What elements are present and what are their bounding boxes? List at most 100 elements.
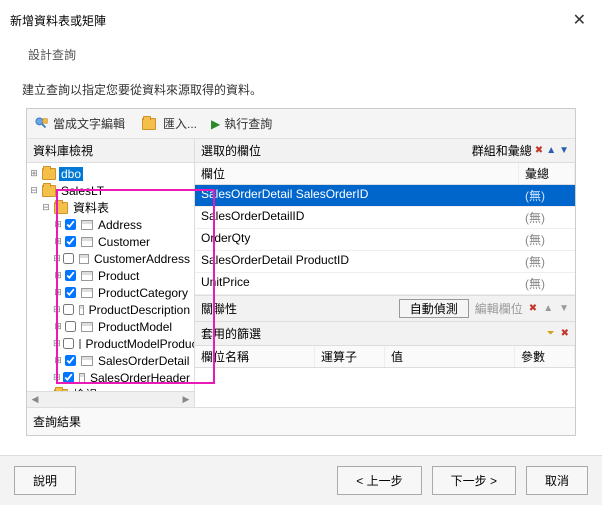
import-button[interactable]: 匯入... xyxy=(139,115,197,132)
import-label: 匯入... xyxy=(163,115,197,132)
table-checkbox[interactable] xyxy=(65,287,76,298)
field-agg: (無) xyxy=(519,251,575,272)
expand-icon: ⊞ xyxy=(53,355,63,366)
filter-delete-icon[interactable]: ✖ xyxy=(561,328,569,339)
field-row[interactable]: SalesOrderDetail ProductID(無) xyxy=(195,251,575,273)
table-icon xyxy=(79,254,89,264)
field-row[interactable]: SalesOrderDetailID(無) xyxy=(195,207,575,229)
expand-icon: ⊞ xyxy=(53,219,63,230)
horizontal-scrollbar[interactable]: ◀ ▶ xyxy=(27,391,194,407)
fh-fieldname: 欄位名稱 xyxy=(195,346,315,367)
field-agg: (無) xyxy=(519,273,575,294)
run-query-button[interactable]: ▶ 執行查詢 xyxy=(211,115,272,132)
scroll-left-icon[interactable]: ◀ xyxy=(27,394,43,405)
rel-delete-icon[interactable]: ✖ xyxy=(529,303,537,314)
rel-up-icon[interactable]: ▲ xyxy=(543,303,553,314)
fh-param: 參數 xyxy=(515,346,575,367)
col-agg-header: 彙總 xyxy=(519,163,575,184)
table-checkbox[interactable] xyxy=(65,270,76,281)
database-view-pane: 資料庫檢視 ⊞dbo⊟SalesLT⊟資料表⊞Address⊞Customer⊞… xyxy=(27,139,195,407)
collapse-icon: ⊟ xyxy=(41,202,51,213)
edit-as-text-button[interactable]: 當成文字編輯 xyxy=(35,115,125,132)
table-checkbox[interactable] xyxy=(65,219,76,230)
play-icon: ▶ xyxy=(211,117,220,131)
toolbar: 當成文字編輯 匯入... ▶ 執行查詢 xyxy=(27,109,575,139)
field-row[interactable]: OrderQty(無) xyxy=(195,229,575,251)
table-checkbox[interactable] xyxy=(65,236,76,247)
field-name: OrderQty xyxy=(195,229,519,250)
schema-tree[interactable]: ⊞dbo⊟SalesLT⊟資料表⊞Address⊞Customer⊞Custom… xyxy=(27,163,194,391)
folder-icon xyxy=(54,202,68,214)
folder-icon xyxy=(54,389,68,392)
help-button[interactable]: 說明 xyxy=(14,466,76,495)
close-icon[interactable]: ✕ xyxy=(567,8,592,32)
tree-node[interactable]: ⊞CustomerAddress xyxy=(29,250,192,267)
expand-icon: ⊞ xyxy=(53,338,61,349)
node-label: SalesLT xyxy=(59,184,106,198)
table-checkbox[interactable] xyxy=(63,372,74,383)
field-row[interactable]: SalesOrderDetail SalesOrderID(無) xyxy=(195,185,575,207)
expand-icon: ⊞ xyxy=(29,168,39,179)
folder-icon xyxy=(42,168,56,180)
col-field-header: 欄位 xyxy=(195,163,519,184)
filter-columns: 欄位名稱 運算子 值 參數 xyxy=(195,346,575,368)
node-label: Product xyxy=(96,269,141,283)
field-name: SalesOrderDetail ProductID xyxy=(195,251,519,272)
node-label: Customer xyxy=(96,235,152,249)
table-checkbox[interactable] xyxy=(63,304,74,315)
tree-node[interactable]: ⊞ProductModelProduct xyxy=(29,335,192,352)
applied-filters-header: 套用的篩選 ⏷ ✖ xyxy=(195,322,575,346)
tree-node[interactable]: ⊞ Product xyxy=(29,267,192,284)
field-row[interactable]: UnitPrice(無) xyxy=(195,273,575,295)
tree-node[interactable]: ⊞ dbo xyxy=(29,165,192,182)
rel-down-icon[interactable]: ▼ xyxy=(559,303,569,314)
node-label: dbo xyxy=(59,167,83,181)
run-label: 執行查詢 xyxy=(224,115,272,132)
tree-node[interactable]: ⊞ProductDescription xyxy=(29,301,192,318)
table-checkbox[interactable] xyxy=(63,253,74,264)
next-button[interactable]: 下一步 > xyxy=(432,466,516,495)
table-icon xyxy=(81,271,93,281)
move-down-icon[interactable]: ▼ xyxy=(559,145,569,156)
field-agg: (無) xyxy=(519,207,575,228)
table-checkbox[interactable] xyxy=(63,338,74,349)
expand-icon: ⊞ xyxy=(53,372,61,383)
expand-icon: ⊞ xyxy=(53,321,63,332)
cancel-button[interactable]: 取消 xyxy=(526,466,588,495)
query-results-header: 查詢結果 xyxy=(27,407,575,435)
expand-icon: ⊞ xyxy=(53,287,63,298)
field-agg: (無) xyxy=(519,229,575,250)
field-name: SalesOrderDetail SalesOrderID xyxy=(195,185,519,206)
delete-icon[interactable]: ✖ xyxy=(535,145,543,156)
fh-operator: 運算子 xyxy=(315,346,385,367)
collapse-icon: ⊟ xyxy=(29,185,39,196)
page-subtitle: 設計查詢 xyxy=(0,40,602,69)
tree-node[interactable]: ⊞Customer xyxy=(29,233,192,250)
back-button[interactable]: < 上一步 xyxy=(337,466,421,495)
right-pane: 選取的欄位 群組和彙總 ✖ ▲ ▼ 欄位 彙總 SalesOrderDetail… xyxy=(195,139,575,407)
folder-icon xyxy=(142,118,156,130)
table-icon xyxy=(79,373,85,383)
expand-icon: ⊞ xyxy=(53,270,63,281)
move-up-icon[interactable]: ▲ xyxy=(546,145,556,156)
tree-node[interactable]: ⊞SalesOrderDetail xyxy=(29,352,192,369)
window-title: 新增資料表或矩陣 xyxy=(10,12,106,29)
field-agg: (無) xyxy=(519,185,575,206)
table-icon xyxy=(81,220,93,230)
titlebar: 新增資料表或矩陣 ✕ xyxy=(0,0,602,40)
folder-icon xyxy=(42,185,56,197)
scroll-right-icon[interactable]: ▶ xyxy=(178,394,194,405)
tree-node[interactable]: ⊞Address xyxy=(29,216,192,233)
table-icon xyxy=(79,305,84,315)
funnel-icon[interactable]: ⏷ xyxy=(547,328,555,339)
tree-node[interactable]: ⊞ProductModel xyxy=(29,318,192,335)
tree-node[interactable]: ⊟ SalesLT xyxy=(29,182,192,199)
table-checkbox[interactable] xyxy=(65,321,76,332)
tree-node[interactable]: ⊞ProductCategory xyxy=(29,284,192,301)
tree-node[interactable]: ⊞SalesOrderHeader xyxy=(29,369,192,386)
tree-node[interactable]: ⊟資料表 xyxy=(29,199,192,216)
field-name: SalesOrderDetailID xyxy=(195,207,519,228)
selected-fields-header: 選取的欄位 xyxy=(195,139,466,162)
auto-detect-button[interactable]: 自動偵測 xyxy=(399,299,469,318)
table-checkbox[interactable] xyxy=(65,355,76,366)
